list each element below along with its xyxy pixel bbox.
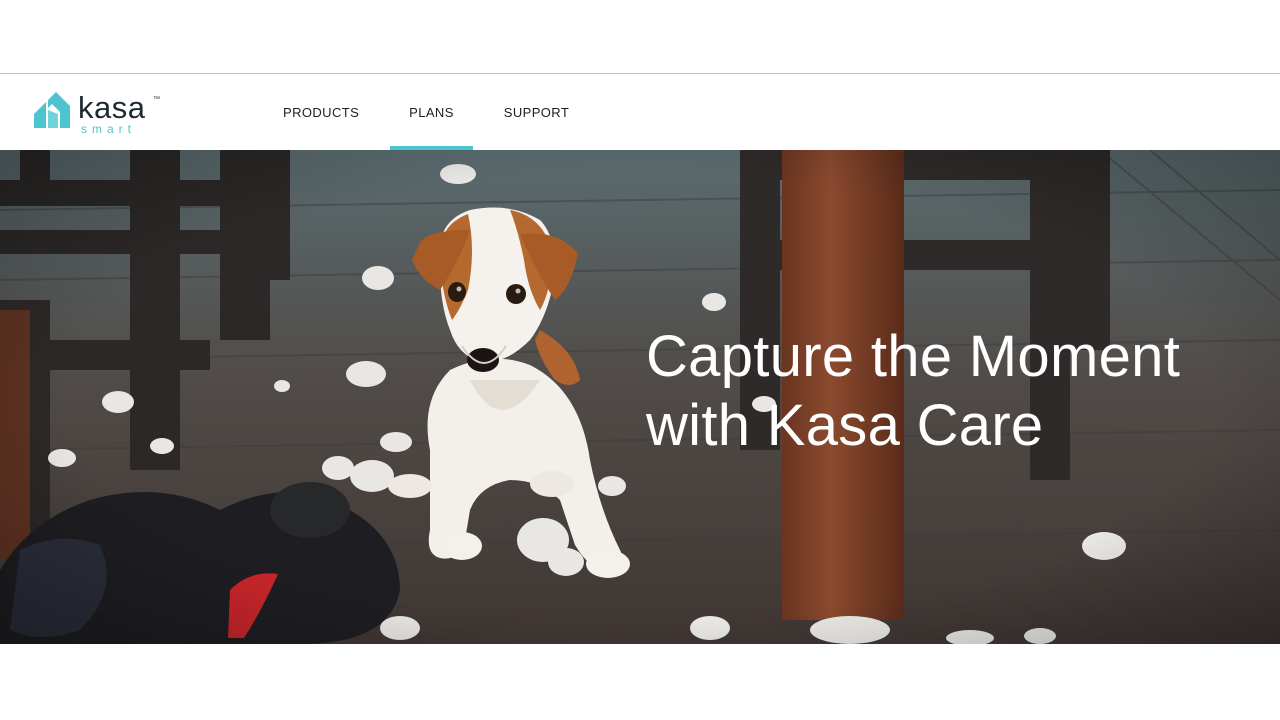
main-nav: PRODUCTS PLANS SUPPORT (258, 74, 594, 150)
hero-title-line-1: Capture the Moment (646, 324, 1181, 389)
kasa-logo[interactable]: kasa ™ smart (32, 90, 172, 136)
hero-title-line-2: with Kasa Care (646, 393, 1044, 458)
logo-wordmark: kasa (78, 90, 146, 125)
hero-banner: Capture the Moment with Kasa Care (0, 150, 1280, 644)
page: kasa ™ smart PRODUCTS PLANS SUPPORT Capt… (0, 0, 1280, 720)
hero-title: Capture the Moment with Kasa Care (646, 322, 1266, 460)
logo-subtitle: smart (81, 122, 136, 136)
nav-item-plans[interactable]: PLANS (384, 74, 479, 150)
nav-item-products[interactable]: PRODUCTS (258, 74, 384, 150)
kasa-house-icon (34, 92, 70, 128)
top-blank-area (0, 0, 1280, 74)
navbar: kasa ™ smart PRODUCTS PLANS SUPPORT (0, 74, 1280, 150)
logo-trademark: ™ (153, 96, 160, 103)
nav-item-support[interactable]: SUPPORT (479, 74, 594, 150)
